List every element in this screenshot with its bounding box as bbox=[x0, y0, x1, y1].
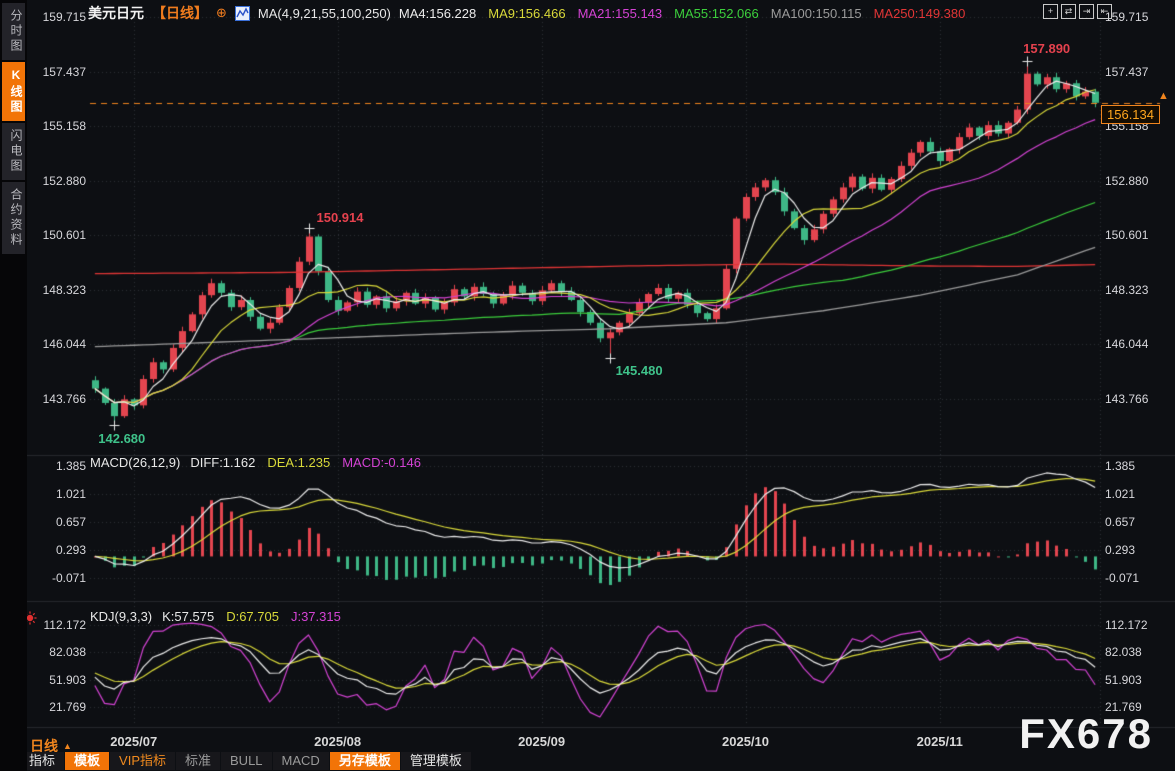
y-axis-tick-right: 0.657 bbox=[1105, 515, 1173, 529]
price-annotation-low: 145.480 bbox=[616, 363, 663, 378]
sidebar-tab-time-chart[interactable]: 分时图 bbox=[2, 3, 25, 60]
ma-settings-label: MA(4,9,21,55,100,250) bbox=[258, 6, 391, 21]
y-axis-tick-left: 157.437 bbox=[29, 65, 86, 79]
y-axis-tick-right: 148.323 bbox=[1105, 283, 1173, 297]
y-axis-tick-right: 152.880 bbox=[1105, 174, 1173, 188]
macd-panel-header: MACD(26,12,9) DIFF:1.162 DEA:1.235 MACD:-0… bbox=[90, 455, 421, 470]
toolbar-button-manage-template[interactable]: 管理模板 bbox=[401, 752, 471, 770]
y-axis-tick-left: 148.323 bbox=[29, 283, 86, 297]
y-axis-tick-left: 150.601 bbox=[29, 228, 86, 242]
kdj-title: KDJ(9,3,3) bbox=[90, 609, 152, 624]
y-axis-tick-right: 0.293 bbox=[1105, 543, 1173, 557]
ma-value-label: MA9:156.466 bbox=[488, 6, 565, 21]
x-axis-month-label: 2025/07 bbox=[110, 734, 157, 749]
goto-latest-icon[interactable]: ⇥ bbox=[1079, 4, 1094, 19]
y-axis-tick-left: 1.021 bbox=[29, 487, 86, 501]
ma-values: MA4:156.228 MA9:156.466 MA21:155.143 MA55:1… bbox=[399, 6, 965, 21]
y-axis-tick-right: 146.044 bbox=[1105, 337, 1173, 351]
y-axis-tick-right: -0.071 bbox=[1105, 571, 1173, 585]
y-axis-tick-left: 155.158 bbox=[29, 119, 86, 133]
y-axis-tick-left: 152.880 bbox=[29, 174, 86, 188]
candlestick-chart-canvas[interactable] bbox=[27, 0, 1175, 735]
y-axis-tick-right: 157.437 bbox=[1105, 65, 1173, 79]
kdj-values: K:57.575 D:67.705 J:37.315 bbox=[162, 609, 341, 624]
kdj-panel-header: KDJ(9,3,3) K:57.575 D:67.705 J:37.315 bbox=[90, 609, 341, 624]
y-axis-tick-left: 51.903 bbox=[29, 673, 86, 687]
add-indicator-icon[interactable]: ⊕ bbox=[216, 5, 227, 21]
left-sidebar: 分时图K线图闪电图合约资料 bbox=[0, 0, 27, 771]
ma-value-label: MA100:150.115 bbox=[771, 6, 862, 21]
y-axis-tick-right: 159.715 bbox=[1105, 10, 1173, 24]
macd-value-label: DIFF:1.162 bbox=[190, 455, 255, 470]
chart-style-icon[interactable] bbox=[235, 6, 250, 21]
bottom-toolbar: 指标模板VIP指标标准BULLMACD另存模板管理模板 bbox=[20, 752, 471, 770]
last-price-arrow-icon: ▲ bbox=[1158, 91, 1169, 102]
macd-title: MACD(26,12,9) bbox=[90, 455, 180, 470]
y-axis-tick-right: 143.766 bbox=[1105, 392, 1173, 406]
sidebar-tab-contract-info[interactable]: 合约资料 bbox=[2, 182, 25, 254]
y-axis-tick-left: -0.071 bbox=[29, 571, 86, 585]
chart-toolbar-icons: +⇄⇥⇤ bbox=[1043, 4, 1112, 19]
y-axis-tick-left: 146.044 bbox=[29, 337, 86, 351]
ma-value-label: MA4:156.228 bbox=[399, 6, 476, 21]
y-axis-tick-right: 1.385 bbox=[1105, 459, 1173, 473]
ma-value-label: MA55:152.066 bbox=[674, 6, 759, 21]
x-axis-month-label: 2025/08 bbox=[314, 734, 361, 749]
y-axis-tick-left: 0.293 bbox=[29, 543, 86, 557]
x-axis-month-label: 2025/11 bbox=[917, 734, 963, 749]
price-annotation-high: 150.914 bbox=[317, 210, 364, 225]
kdj-value-label: K:57.575 bbox=[162, 609, 214, 624]
y-axis-tick-left: 143.766 bbox=[29, 392, 86, 406]
kdj-value-label: J:37.315 bbox=[291, 609, 341, 624]
price-annotation-high: 157.890 bbox=[1023, 41, 1070, 56]
ma-value-label: MA250:149.380 bbox=[874, 6, 966, 21]
sidebar-tab-candlestick-chart[interactable]: K线图 bbox=[2, 62, 25, 121]
macd-values: DIFF:1.162 DEA:1.235 MACD:-0.146 bbox=[190, 455, 421, 470]
y-axis-tick-left: 159.715 bbox=[29, 10, 86, 24]
y-axis-tick-left: 112.172 bbox=[29, 618, 86, 632]
chart-header: 美元日元 【日线】 ⊕ MA(4,9,21,55,100,250) MA4:15… bbox=[88, 3, 965, 23]
sidebar-tab-flash-chart[interactable]: 闪电图 bbox=[2, 123, 25, 180]
y-axis-tick-left: 82.038 bbox=[29, 645, 86, 659]
y-axis-tick-right: 150.601 bbox=[1105, 228, 1173, 242]
toolbar-button-save-template[interactable]: 另存模板 bbox=[330, 752, 400, 770]
exit-chart-icon[interactable]: ⇤ bbox=[1097, 4, 1112, 19]
symbol-title: 美元日元 bbox=[88, 3, 144, 23]
y-axis-tick-right: 82.038 bbox=[1105, 645, 1173, 659]
last-price-tag: 156.134 bbox=[1101, 105, 1160, 124]
y-axis-tick-right: 1.021 bbox=[1105, 487, 1173, 501]
timeframe-arrow-icon: ▲ bbox=[63, 741, 72, 751]
ma-value-label: MA21:155.143 bbox=[578, 6, 663, 21]
price-annotation-low: 142.680 bbox=[98, 431, 145, 446]
toolbar-button-bull[interactable]: BULL bbox=[221, 752, 272, 770]
macd-value-label: MACD:-0.146 bbox=[342, 455, 421, 470]
y-axis-tick-left: 1.385 bbox=[29, 459, 86, 473]
y-axis-tick-right: 112.172 bbox=[1105, 618, 1173, 632]
y-axis-tick-right: 51.903 bbox=[1105, 673, 1173, 687]
watermark: FX678 bbox=[1019, 710, 1153, 758]
pan-icon[interactable]: + bbox=[1043, 4, 1058, 19]
y-axis-tick-left: 0.657 bbox=[29, 515, 86, 529]
toolbar-button-standard[interactable]: 标准 bbox=[176, 752, 220, 770]
y-axis-tick-left: 21.769 bbox=[29, 700, 86, 714]
toolbar-button-macd[interactable]: MACD bbox=[273, 752, 329, 770]
zoom-range-icon[interactable]: ⇄ bbox=[1061, 4, 1076, 19]
toolbar-button-vip-indicators[interactable]: VIP指标 bbox=[110, 752, 175, 770]
trading-chart-app: 分时图K线图闪电图合约资料 美元日元 【日线】 ⊕ MA(4,9,21,55,1… bbox=[0, 0, 1175, 771]
x-axis-month-label: 2025/10 bbox=[722, 734, 769, 749]
period-selector[interactable]: 【日线】 bbox=[152, 3, 208, 23]
toolbar-button-templates[interactable]: 模板 bbox=[65, 752, 109, 770]
kdj-value-label: D:67.705 bbox=[226, 609, 279, 624]
macd-value-label: DEA:1.235 bbox=[267, 455, 330, 470]
x-axis-month-label: 2025/09 bbox=[518, 734, 565, 749]
